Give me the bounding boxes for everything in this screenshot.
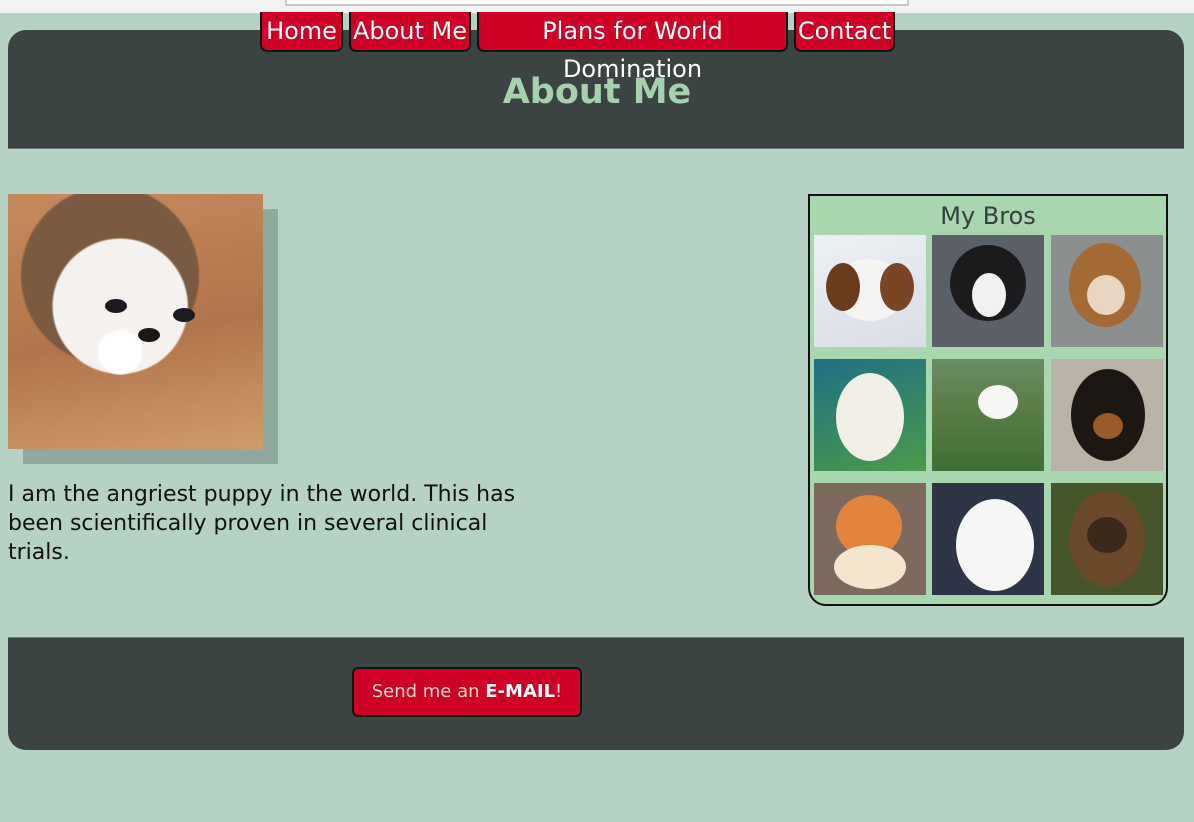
address-bar[interactable]: [285, 0, 909, 6]
intro-text: I am the angriest puppy in the world. Th…: [8, 482, 516, 565]
my-bros-panel: My Bros: [808, 194, 1168, 606]
page-footer: [8, 637, 1184, 750]
beagle-waving-image[interactable]: [1051, 235, 1163, 347]
white-fluffy-puppy-image[interactable]: [932, 483, 1044, 595]
angry-puppy-image: [8, 194, 263, 449]
left-eye-shape: [105, 299, 127, 313]
white-lab-puppy-image[interactable]: [814, 359, 926, 471]
my-bros-title: My Bros: [940, 202, 1036, 230]
nav-contact[interactable]: Contact: [794, 12, 895, 52]
email-button-prefix: Send me an: [371, 681, 486, 702]
email-button-strong: E-MAIL: [485, 681, 556, 702]
white-puppy-grass-image[interactable]: [932, 359, 1044, 471]
ewok-image[interactable]: [1051, 483, 1163, 595]
nose-shape: [138, 328, 160, 342]
nav-about-me[interactable]: About Me: [349, 12, 471, 52]
email-button-suffix: !: [555, 681, 563, 702]
right-eye-shape: [173, 308, 195, 322]
doberman-puppy-image[interactable]: [1051, 359, 1163, 471]
nav-plans-world-domination[interactable]: Plans for World Domination: [477, 12, 788, 83]
pomeranian-image[interactable]: [814, 483, 926, 595]
beagle-puppy-image[interactable]: [814, 235, 926, 347]
black-white-puppy-image[interactable]: [932, 235, 1044, 347]
email-button[interactable]: Send me an E-MAIL!: [352, 667, 582, 717]
nav-home[interactable]: Home: [260, 12, 343, 52]
page-title: About Me: [502, 72, 692, 112]
